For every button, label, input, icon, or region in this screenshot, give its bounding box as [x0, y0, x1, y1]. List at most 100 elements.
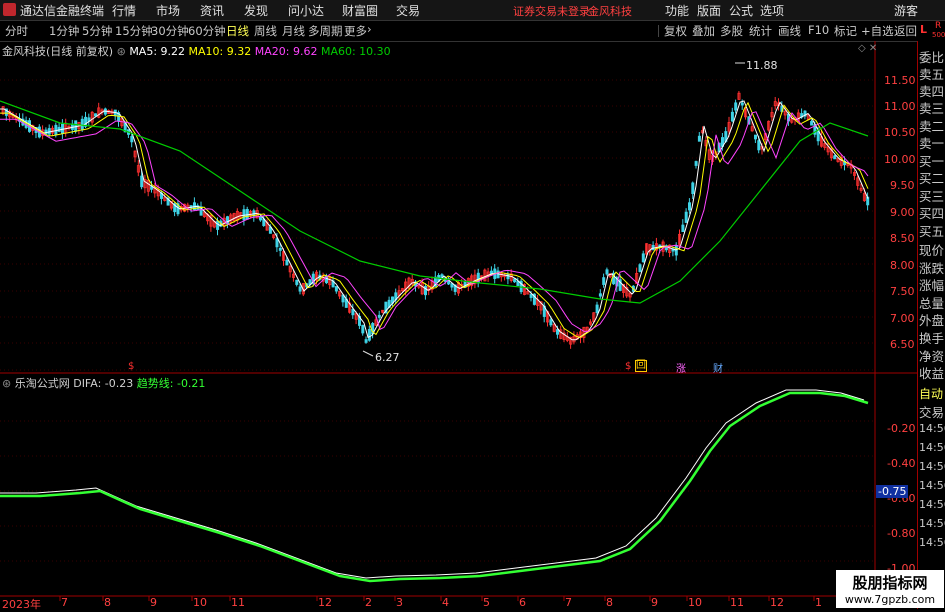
quote-change-pct[interactable]: 涨幅	[919, 275, 944, 294]
candle-body	[697, 135, 701, 142]
date-label: 6	[519, 596, 526, 609]
kline-chart-area[interactable]	[0, 41, 917, 609]
menu-shichang[interactable]: 市场	[156, 2, 180, 19]
date-label: 11	[730, 596, 744, 609]
menu-caifuquan[interactable]: 财富圈	[342, 2, 378, 19]
period-more[interactable]: 更多	[344, 23, 367, 39]
period-multi[interactable]: 多周期	[308, 23, 343, 39]
difa-line	[0, 389, 865, 579]
quote-sell3[interactable]: 卖三	[919, 98, 944, 117]
date-label: 12	[770, 596, 784, 609]
tool-add-favorite[interactable]: +自选	[861, 23, 894, 39]
menu-gongshi[interactable]: 公式	[729, 2, 753, 19]
tick-time: 14:56	[919, 479, 945, 492]
osc-label: -0.80	[887, 527, 916, 540]
candle-body	[691, 182, 695, 194]
trade-button[interactable]: 交易	[919, 402, 944, 421]
event-marker-hui[interactable]: 回	[635, 360, 647, 372]
menu-hangqing[interactable]: 行情	[112, 2, 136, 19]
candle-body	[275, 238, 279, 248]
candle-body	[334, 286, 338, 292]
candle-body	[730, 111, 734, 122]
period-weekly[interactable]: 周线	[254, 23, 277, 39]
tick-time: 14:56	[919, 517, 945, 530]
ma20-label: MA20: 9.62	[254, 45, 318, 58]
trade-login-warning[interactable]: 证券交易未登录	[513, 3, 590, 19]
quote-turnover[interactable]: 换手	[919, 328, 944, 347]
tick-time: 14:56	[919, 460, 945, 473]
signal-marker[interactable]: $	[625, 361, 631, 372]
quote-outer-volume[interactable]: 外盘	[919, 310, 944, 329]
chevron-right-icon[interactable]: ›	[367, 22, 372, 36]
period-30min[interactable]: 30分钟	[151, 23, 189, 39]
quote-buy4[interactable]: 买四	[919, 203, 944, 222]
candle-body	[549, 319, 553, 326]
tick-time: 14:56	[919, 422, 945, 435]
app-logo-icon	[3, 3, 16, 16]
price-label: 9.50	[890, 179, 915, 192]
tool-tongji[interactable]: 统计	[749, 23, 772, 39]
trend-value: -0.21	[176, 377, 206, 390]
date-label: 2	[365, 596, 372, 609]
lr-badge[interactable]: L R 500	[917, 21, 945, 41]
candle-body	[694, 161, 698, 166]
period-monthly[interactable]: 月线	[282, 23, 305, 39]
date-label: 8	[606, 596, 613, 609]
r-label: R	[935, 21, 942, 31]
menu-xuanxiang[interactable]: 选项	[760, 2, 784, 19]
tool-f10[interactable]: F10	[808, 23, 829, 37]
signal-marker[interactable]: $	[128, 361, 134, 372]
ma5-line	[0, 100, 869, 341]
menu-zixun[interactable]: 资讯	[200, 2, 224, 19]
quote-price[interactable]: 现价	[919, 240, 944, 259]
candle-body	[684, 211, 688, 223]
candle-body	[450, 283, 454, 288]
menu-faxian[interactable]: 发现	[244, 2, 268, 19]
candle-body	[757, 140, 761, 151]
date-label: 2023年	[2, 598, 41, 611]
ma20-line	[0, 111, 869, 332]
price-label: 6.50	[890, 338, 915, 351]
quote-eps[interactable]: 收益	[919, 363, 944, 382]
menu-wenxiaoda[interactable]: 问小达	[288, 2, 324, 19]
event-marker-cai[interactable]: 财	[713, 360, 723, 375]
candle-body	[754, 134, 758, 140]
trend-label: 趋势线:	[136, 377, 174, 390]
indicator-settings-icon[interactable]: ⊛	[2, 377, 11, 390]
dropdown-icon[interactable]: ⊛	[117, 45, 126, 58]
period-60min[interactable]: 60分钟	[188, 23, 226, 39]
period-daily[interactable]: 日线	[226, 23, 249, 39]
price-label: 7.50	[890, 285, 915, 298]
candle-body	[681, 224, 685, 233]
price-grid	[0, 79, 875, 597]
auto-toggle[interactable]: 自动	[919, 385, 943, 402]
candle-body	[216, 220, 220, 230]
date-label: 10	[193, 596, 207, 609]
menu-jiaoyi[interactable]: 交易	[396, 2, 420, 19]
menu-banmian[interactable]: 版面	[697, 2, 721, 19]
candle-body	[638, 264, 642, 272]
quote-buy5[interactable]: 买五	[919, 221, 944, 240]
tool-back[interactable]: 返回	[894, 23, 917, 39]
period-5min[interactable]: 5分钟	[82, 23, 112, 39]
period-toolbar: 分时 1分钟 5分钟 15分钟 30分钟 60分钟 日线 周线 月线 多周期 更…	[0, 21, 945, 42]
low-marker-line	[362, 350, 374, 357]
quote-sell1[interactable]: 卖一	[919, 133, 944, 152]
tool-biaoji[interactable]: 标记	[834, 23, 857, 39]
tool-diejia[interactable]: 叠加	[692, 23, 715, 39]
user-guest[interactable]: 游客	[894, 2, 918, 19]
tool-duogu[interactable]: 多股	[720, 23, 743, 39]
candle-body	[688, 202, 692, 211]
quote-buy2[interactable]: 买二	[919, 168, 944, 187]
ma60-line	[0, 100, 869, 304]
trend-line	[0, 391, 869, 583]
tool-huaxian[interactable]: 画线	[778, 23, 801, 39]
chart-settings-icon[interactable]: ◇ ✕	[858, 43, 877, 54]
event-marker-zhang[interactable]: 涨	[676, 360, 686, 375]
tool-fuquan[interactable]: 复权	[664, 23, 687, 39]
period-fenshi[interactable]: 分时	[5, 23, 28, 39]
candle-body	[595, 304, 599, 313]
menu-gongneng[interactable]: 功能	[665, 2, 689, 19]
period-1min[interactable]: 1分钟	[49, 23, 79, 39]
period-15min[interactable]: 15分钟	[115, 23, 153, 39]
